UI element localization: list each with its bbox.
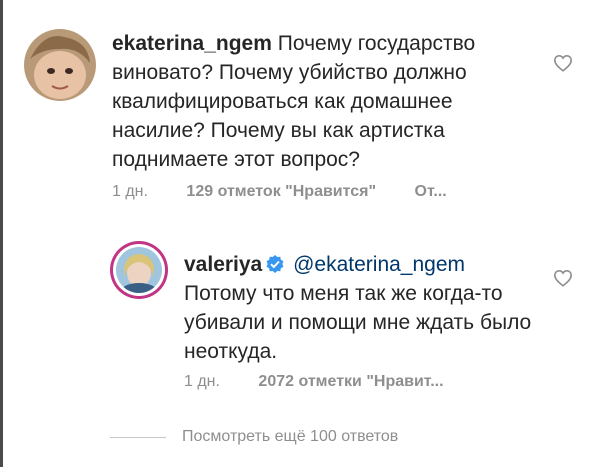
avatar[interactable]: [24, 29, 96, 101]
divider-line: [110, 436, 166, 438]
comment-text: ekaterina_ngem Почему государство винова…: [112, 29, 542, 174]
avatar-story-ring[interactable]: [110, 241, 168, 299]
mention-link[interactable]: @ekaterina_ngem: [293, 253, 465, 276]
view-more-replies-button[interactable]: Посмотреть ещё 100 ответов: [110, 428, 398, 446]
verified-badge-icon: [266, 255, 284, 273]
comment-username[interactable]: valeriya: [184, 253, 262, 276]
comment-meta: 1 дн. 129 отметок "Нравится" От...: [112, 183, 447, 201]
comment-likes[interactable]: 2072 отметки "Нравит...: [258, 373, 443, 390]
comment-text: valeriya @ekaterina_ngem Потому что меня…: [184, 250, 540, 366]
comment-username[interactable]: ekaterina_ngem: [112, 32, 272, 55]
heart-icon[interactable]: [553, 54, 573, 72]
comment-time[interactable]: 1 дн.: [184, 373, 220, 390]
heart-icon[interactable]: [553, 269, 573, 287]
view-more-label[interactable]: Посмотреть ещё 100 ответов: [182, 428, 398, 446]
comment-meta: 1 дн. 2072 отметки "Нравит...: [184, 373, 444, 391]
comment-time[interactable]: 1 дн.: [112, 183, 148, 200]
comment-likes[interactable]: 129 отметок "Нравится": [186, 183, 376, 200]
window-edge: [0, 0, 3, 467]
comment-body: Потому что меня так же когда-то убивали …: [184, 282, 532, 363]
reply-button[interactable]: От...: [415, 183, 447, 200]
